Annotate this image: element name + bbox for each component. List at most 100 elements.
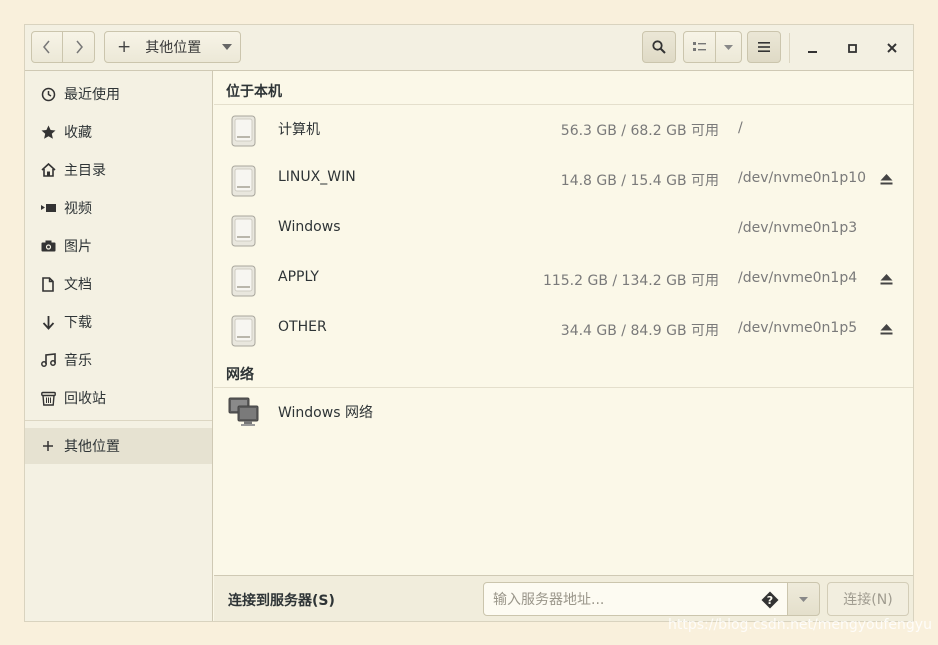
list-view-button[interactable] [683,31,716,63]
connect-button[interactable]: 连接(N) [827,582,909,616]
eject-button[interactable] [878,271,894,287]
star-icon [39,123,57,141]
minimize-icon [807,50,817,53]
home-icon [39,161,57,179]
eject-button[interactable] [878,321,894,337]
sidebar-item-documents[interactable]: 文档 [25,266,212,302]
sidebar-item-trash[interactable]: 回收站 [25,380,212,416]
eject-button[interactable] [878,171,894,187]
close-icon [887,43,897,53]
location-row-linux-win[interactable]: LINUX_WIN 14.8 GB / 15.4 GB 可用 /dev/nvme… [214,155,913,205]
forward-button[interactable] [62,31,95,63]
chevron-left-icon [43,40,50,54]
sidebar-item-pictures[interactable]: 图片 [25,228,212,264]
document-icon [39,275,57,293]
file-manager-window: + 其他位置 最近使用 收藏 主目录 视频 图片 文档 下载 音乐 回收站 其他… [24,24,914,622]
trash-icon [39,389,57,407]
location-device: /dev/nvme0n1p4 [738,270,858,286]
sidebar-separator [25,420,212,421]
network-computer-icon [228,397,259,426]
sidebar-item-label: 收藏 [64,125,92,141]
view-options-dropdown[interactable] [715,31,742,63]
location-row-other[interactable]: OTHER 34.4 GB / 84.9 GB 可用 /dev/nvme0n1p… [214,305,913,355]
network-row-windows[interactable]: Windows 网络 [214,388,913,438]
watermark-text: https://blog.csdn.net/mengyoufengyu [668,617,932,633]
connect-label: 连接到服务器(S) [228,593,335,609]
plus-icon [39,437,57,455]
drive-icon [231,315,256,347]
sidebar-item-downloads[interactable]: 下载 [25,304,212,340]
sidebar-item-label: 视频 [64,201,92,217]
sidebar-item-label: 主目录 [64,163,106,179]
clock-icon [39,85,57,103]
menu-button[interactable] [747,31,781,63]
location-device: /dev/nvme0n1p10 [738,170,867,186]
location-device: / [738,120,743,136]
eject-icon [880,273,892,284]
location-name: Windows [278,219,341,235]
sidebar-item-label: 最近使用 [64,87,120,103]
location-name: OTHER [278,319,327,335]
location-name: APPLY [278,269,319,285]
maximize-icon [847,43,857,53]
svg-text:?: ? [767,594,773,607]
video-icon [39,199,57,217]
search-icon [652,40,666,54]
help-icon[interactable]: ? [761,591,779,609]
location-row-windows[interactable]: Windows /dev/nvme0n1p3 [214,205,913,255]
sidebar-item-other-locations[interactable]: 其他位置 [25,428,212,464]
path-label: 其他位置 [145,40,202,56]
list-view-icon [693,42,706,51]
server-address-placeholder: 输入服务器地址... [493,592,605,608]
sidebar-item-videos[interactable]: 视频 [25,190,212,226]
back-button[interactable] [31,31,63,63]
sidebar-item-recent[interactable]: 最近使用 [25,76,212,112]
music-note-icon [39,351,57,369]
sidebar-item-starred[interactable]: 收藏 [25,114,212,150]
drive-icon [231,165,256,197]
location-usage: 34.4 GB / 84.9 GB 可用 [560,323,719,339]
sidebar-item-label: 文档 [64,277,92,293]
sidebar-item-label: 图片 [64,239,92,255]
location-usage: 56.3 GB / 68.2 GB 可用 [560,123,719,139]
caret-down-icon [724,44,733,50]
sidebar-item-music[interactable]: 音乐 [25,342,212,378]
connect-to-server-bar: 连接到服务器(S) 输入服务器地址... ? 连接(N) [214,575,913,621]
caret-down-icon [799,596,808,602]
minimize-button[interactable] [797,33,827,63]
camera-icon [39,237,57,255]
location-name: Windows 网络 [278,405,373,421]
maximize-button[interactable] [837,33,867,63]
sidebar-item-label: 回收站 [64,391,106,407]
hamburger-menu-icon [758,42,770,52]
close-button[interactable] [877,33,907,63]
drive-icon [231,115,256,147]
location-row-apply[interactable]: APPLY 115.2 GB / 134.2 GB 可用 /dev/nvme0n… [214,255,913,305]
chevron-right-icon [75,40,83,54]
location-device: /dev/nvme0n1p5 [738,320,858,336]
header-separator [789,33,790,63]
eject-icon [880,173,892,184]
eject-icon [880,323,892,334]
location-row-computer[interactable]: 计算机 56.3 GB / 68.2 GB 可用 / [214,105,913,155]
caret-down-icon [222,44,232,50]
location-device: /dev/nvme0n1p3 [738,220,858,236]
header-bar: + 其他位置 [25,25,913,71]
server-address-input[interactable]: 输入服务器地址... ? [483,582,788,616]
sidebar-item-label: 音乐 [64,353,92,369]
drive-icon [231,215,256,247]
location-usage: 115.2 GB / 134.2 GB 可用 [542,273,719,289]
locations-view: 位于本机 计算机 56.3 GB / 68.2 GB 可用 / LINUX_WI… [214,71,913,575]
sidebar-item-label: 下载 [64,315,92,331]
sidebar-item-home[interactable]: 主目录 [25,152,212,188]
location-name: 计算机 [278,122,320,138]
recent-servers-dropdown[interactable] [787,582,820,616]
drive-icon [231,265,256,297]
plus-icon: + [117,37,132,57]
search-button[interactable] [642,31,676,63]
sidebar: 最近使用 收藏 主目录 视频 图片 文档 下载 音乐 回收站 其他位置 [25,71,213,621]
location-usage: 14.8 GB / 15.4 GB 可用 [560,173,719,189]
sidebar-item-label: 其他位置 [64,439,120,455]
path-bar-button[interactable]: + 其他位置 [104,31,241,63]
download-arrow-icon [39,313,57,331]
